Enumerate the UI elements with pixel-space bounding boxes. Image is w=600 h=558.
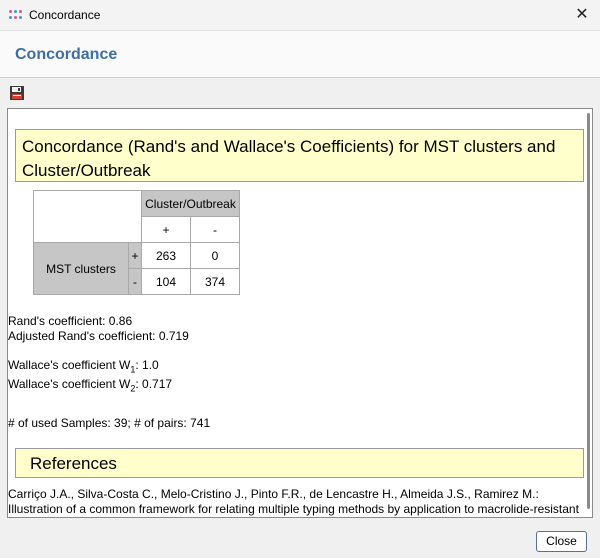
table-cell: 104 [141,268,191,295]
floppy-disk-icon [10,86,24,100]
window-close-button[interactable]: ✕ [570,3,594,27]
reference-text: Carriço J.A., Silva-Costa C., Melo-Crist… [8,487,583,517]
samples-pairs-count: # of used Samples: 39; # of pairs: 741 [8,416,211,430]
table-row: MST clusters + 263 0 [33,242,240,295]
reference-line: Carriço J.A., Silva-Costa C., Melo-Crist… [8,487,539,501]
dialog-header: Concordance [0,30,600,78]
dialog-heading: Concordance [15,46,118,63]
references-header-box: References [15,448,584,478]
report-title-box: Concordance (Rand's and Wallace's Coeffi… [15,129,584,182]
wallace-coefficient-1: Wallace's coefficient W1: 1.0 [8,358,159,374]
column-group-header: Cluster/Outbreak [141,190,240,217]
app-icon [9,9,23,21]
report-title: Concordance (Rand's and Wallace's Coeffi… [22,137,556,180]
report-panel[interactable]: Concordance (Rand's and Wallace's Coeffi… [7,108,593,518]
concordance-table: Cluster/Outbreak + - MST clusters + 263 … [33,190,240,295]
wallace-coefficient-2: Wallace's coefficient W2: 0.717 [8,377,172,393]
table-corner [33,190,142,243]
table-cell: 374 [190,268,240,295]
row-sign: + [128,242,142,269]
adjusted-rand-coefficient: Adjusted Rand's coefficient: 0.719 [8,329,189,343]
reference-line: Illustration of a common framework for r… [8,502,579,516]
wallace1-value: : 1.0 [135,358,159,372]
column-sign-plus: + [141,216,191,243]
wallace2-prefix: Wallace's coefficient W [8,377,131,391]
title-bar: Concordance ✕ [0,0,600,30]
window-title: Concordance [29,8,101,22]
scrollbar-thumb[interactable] [587,113,590,509]
close-button[interactable]: Close [536,531,587,552]
column-sign-minus: - [190,216,240,243]
table-cell: 0 [190,242,240,269]
save-button[interactable] [9,85,25,101]
row-sign: - [128,268,142,295]
row-group-header: MST clusters [33,242,129,295]
vertical-scrollbar[interactable] [584,109,592,517]
rand-coefficient: Rand's coefficient: 0.86 [8,314,133,328]
references-heading: References [30,454,117,473]
table-cell: 263 [141,242,191,269]
wallace2-value: : 0.717 [135,377,173,391]
wallace1-prefix: Wallace's coefficient W [8,358,131,372]
